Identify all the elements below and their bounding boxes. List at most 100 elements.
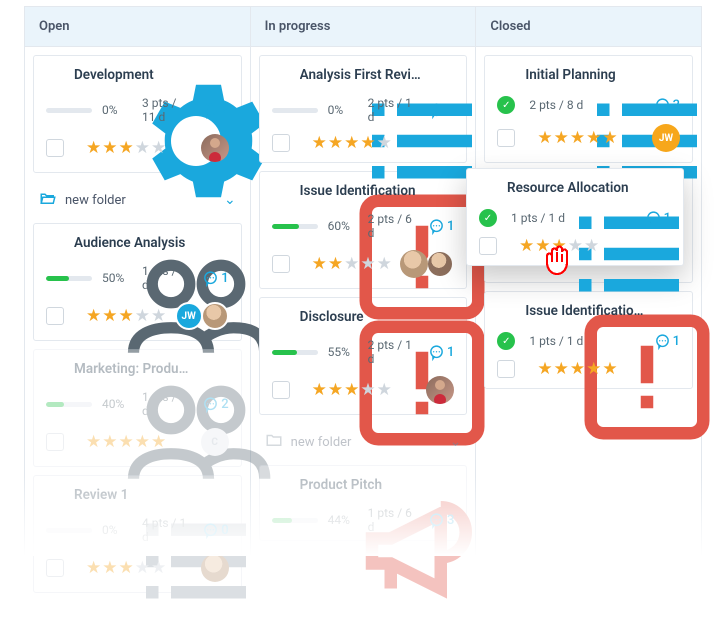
star-rating[interactable]: ★★★★★ (537, 130, 644, 147)
card-title: Audience Analysis (74, 235, 229, 251)
card-issue-identification[interactable]: Issue Identification 60% 2 pts / 6 d 1 ★… (259, 171, 468, 289)
comment-badge[interactable]: 3 (654, 97, 680, 114)
gear-icon (46, 66, 64, 84)
card-dragging-resource[interactable]: Resource Allocation ✓ 1 pts / 1 d 1 ★★★★… (466, 168, 684, 266)
card-pts: 3 pts / 11 d (142, 96, 192, 124)
avatar-jw[interactable]: JW (175, 302, 203, 330)
users-icon (46, 360, 64, 378)
progress-bar (46, 402, 92, 407)
progress-bar (272, 518, 318, 523)
card-pts: 2 pts / 8 d (529, 98, 643, 112)
column-header-closed: Closed (476, 7, 701, 47)
comment-badge[interactable]: 1 (428, 344, 454, 361)
comment-badge[interactable]: 1 (645, 210, 671, 227)
card-checkbox[interactable] (272, 134, 290, 152)
progress-pct: 60% (328, 219, 358, 233)
list-icon (497, 66, 515, 84)
comment-badge[interactable]: 1 (202, 270, 228, 287)
progress-pct: 0% (102, 103, 132, 117)
bullhorn-icon (272, 476, 290, 494)
card-checkbox[interactable] (46, 433, 64, 451)
card-audience[interactable]: Audience Analysis 50% 1 pts / 3 d 1 ★★★★… (33, 223, 242, 341)
card-pitch[interactable]: Product Pitch 44% 1 pts / 6 d 3 (259, 465, 468, 541)
star-rating[interactable]: ★★★★★ (86, 560, 193, 577)
chevron-down-icon: ⌄ (224, 192, 236, 208)
progress-pct: 0% (328, 103, 358, 117)
folder-icon (265, 431, 283, 453)
comment-badge[interactable]: 0 (202, 522, 228, 539)
folder-label: new folder (65, 193, 216, 208)
progress-bar (46, 528, 92, 533)
comment-badge[interactable]: 0 (428, 102, 454, 119)
column-body-open: Development 0% 3 pts / 11 d 2 ★★★★★ new … (25, 47, 250, 609)
card-checkbox[interactable] (497, 360, 515, 378)
progress-bar (272, 350, 318, 355)
card-pts: 4 pts / 1 d (142, 516, 192, 544)
check-done-icon: ✓ (479, 209, 497, 227)
card-pts: 2 pts / 6 d (368, 212, 418, 240)
progress-bar (272, 224, 318, 229)
star-rating[interactable]: ★★★★★ (312, 256, 393, 273)
card-checkbox[interactable] (479, 237, 497, 255)
avatar[interactable] (201, 134, 229, 162)
progress-bar (46, 276, 92, 281)
progress-pct: 50% (102, 271, 132, 285)
progress-pct: 55% (328, 345, 358, 359)
star-rating[interactable]: ★★★★★ (312, 135, 455, 152)
card-pts: 2 pts / 1 d (368, 96, 418, 124)
progress-bar (272, 108, 318, 113)
column-body-progress: Analysis First Revi… 0% 2 pts / 1 d 0 ★★… (251, 47, 476, 557)
card-development[interactable]: Development 0% 3 pts / 11 d 2 ★★★★★ (33, 55, 242, 173)
star-rating[interactable]: ★★★★★ (86, 434, 193, 451)
column-open: Open Development 0% 3 pts / 11 d 2 ★★★★★ (24, 6, 251, 556)
card-pts: 1 pts / 1 d (511, 211, 635, 225)
folder-row[interactable]: new folder ⌄ (259, 423, 468, 461)
card-marketing[interactable]: Marketing: Produ… 40% 1 pts / 1 d 2 ★★★★… (33, 349, 242, 467)
card-checkbox[interactable] (46, 139, 64, 157)
card-initial-planning[interactable]: Initial Planning ✓ 2 pts / 8 d 3 ★★★★★ J… (484, 55, 693, 163)
comment-badge[interactable]: 3 (428, 512, 454, 529)
card-pts: 1 pts / 3 d (142, 264, 192, 292)
star-rating[interactable]: ★★★★★ (519, 238, 671, 255)
progress-bar (46, 108, 92, 113)
folder-label: new folder (291, 435, 442, 450)
star-rating[interactable]: ★★★★★ (86, 308, 167, 325)
card-review[interactable]: Review 1 0% 4 pts / 1 d 0 ★★★★★ (33, 475, 242, 593)
chevron-down-icon: ⌄ (450, 434, 462, 450)
card-title: Resource Allocation (507, 180, 671, 196)
card-title: Product Pitch (300, 477, 455, 493)
star-rating[interactable]: ★★★★★ (86, 140, 193, 157)
star-rating[interactable]: ★★★★★ (537, 361, 680, 378)
progress-pct: 44% (328, 513, 358, 527)
comment-badge[interactable]: 2 (202, 102, 228, 119)
card-title: Issue Identification (300, 183, 455, 199)
avatar[interactable]: C (201, 428, 229, 456)
card-title: Disclosure (300, 309, 455, 325)
card-pts: 2 pts / 1 d (368, 338, 418, 366)
alert-icon (272, 182, 290, 200)
card-pts: 1 pts / 1 d (529, 334, 643, 348)
progress-pct: 40% (102, 397, 132, 411)
card-checkbox[interactable] (272, 255, 290, 273)
card-checkbox[interactable] (46, 307, 64, 325)
card-checkbox[interactable] (497, 129, 515, 147)
comment-badge[interactable]: 1 (428, 218, 454, 235)
avatar[interactable] (201, 554, 229, 582)
avatar-jw[interactable]: JW (652, 124, 680, 152)
comment-badge[interactable]: 2 (202, 396, 228, 413)
column-header-progress: In progress (251, 7, 476, 47)
users-icon (46, 234, 64, 252)
card-analysis[interactable]: Analysis First Revi… 0% 2 pts / 1 d 0 ★★… (259, 55, 468, 163)
card-title: Review 1 (74, 487, 229, 503)
list-icon (46, 486, 64, 504)
progress-pct: 0% (102, 523, 132, 537)
card-title: Development (74, 67, 229, 83)
card-checkbox[interactable] (46, 559, 64, 577)
avatar[interactable] (201, 302, 229, 330)
card-pts: 1 pts / 1 d (142, 390, 192, 418)
column-progress: In progress Analysis First Revi… 0% 2 pt… (251, 6, 477, 556)
folder-open-icon (39, 189, 57, 211)
comment-badge[interactable]: 1 (654, 333, 680, 350)
card-title: Analysis First Revi… (300, 67, 455, 83)
list-icon (272, 66, 290, 84)
